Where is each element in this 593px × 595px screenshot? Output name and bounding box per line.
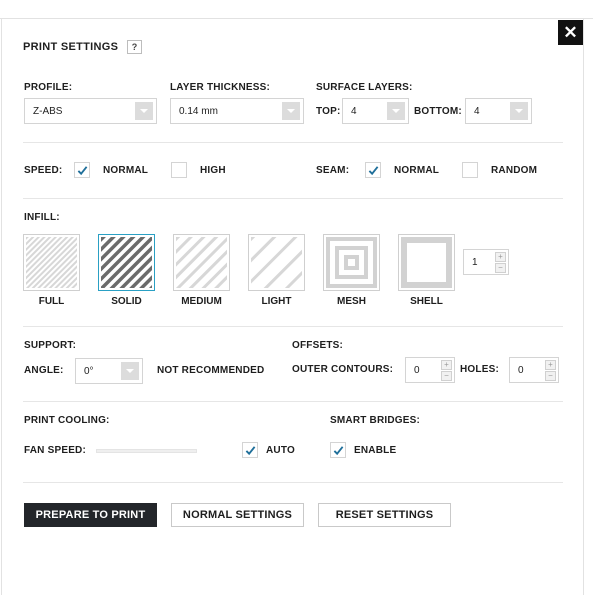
support-note: NOT RECOMMENDED (157, 365, 265, 376)
surface-layers-label: SURFACE LAYERS: (316, 82, 413, 93)
infill-light-label: LIGHT (261, 296, 292, 307)
infill-shell-option[interactable] (398, 234, 455, 291)
seam-normal-checkbox[interactable] (365, 162, 381, 178)
infill-full-option[interactable] (23, 234, 80, 291)
divider (23, 401, 563, 402)
print-cooling-label: PRINT COOLING: (24, 415, 110, 426)
plus-icon[interactable]: + (441, 360, 452, 370)
close-button[interactable]: ✕ (558, 20, 583, 45)
chevron-down-icon (510, 102, 528, 120)
checkmark-icon (77, 165, 87, 175)
chevron-down-icon (282, 102, 300, 120)
reset-settings-button[interactable]: RESET SETTINGS (318, 503, 451, 527)
page-title: PRINT SETTINGS (23, 41, 119, 53)
layer-thickness-label: LAYER THICKNESS: (170, 82, 271, 93)
infill-light-pattern-icon (251, 237, 302, 288)
speed-normal-label: NORMAL (103, 165, 149, 176)
top-layers-select[interactable]: 4 (342, 98, 409, 124)
outer-contours-value: 0 (414, 364, 420, 376)
bottom-layers-select[interactable]: 4 (465, 98, 532, 124)
holes-value: 0 (518, 364, 524, 376)
seam-normal-label: NORMAL (394, 165, 440, 176)
angle-value: 0° (84, 365, 94, 377)
infill-count-stepper[interactable]: 1 + − (463, 249, 509, 275)
divider (23, 482, 563, 483)
prepare-to-print-button[interactable]: PREPARE TO PRINT (24, 503, 157, 527)
infill-mesh-option[interactable] (323, 234, 380, 291)
infill-shell-label: SHELL (410, 296, 443, 307)
top-layers-value: 4 (351, 105, 357, 117)
speed-label: SPEED: (24, 165, 63, 176)
infill-count-value: 1 (472, 256, 478, 268)
outer-contours-label: OUTER CONTOURS: (292, 364, 394, 375)
profile-select[interactable]: Z-ABS (24, 98, 157, 124)
bridges-enable-label: ENABLE (354, 445, 397, 456)
infill-medium-pattern-icon (176, 237, 227, 288)
bottom-layers-label: BOTTOM: (414, 106, 462, 117)
seam-random-checkbox[interactable] (462, 162, 478, 178)
seam-label: SEAM: (316, 165, 350, 176)
support-label: SUPPORT: (24, 340, 77, 351)
offsets-label: OFFSETS: (292, 340, 344, 351)
speed-normal-checkbox[interactable] (74, 162, 90, 178)
infill-label: INFILL: (24, 212, 60, 223)
plus-icon[interactable]: + (545, 360, 556, 370)
infill-solid-pattern-icon (101, 237, 152, 288)
divider (23, 142, 563, 143)
profile-value: Z-ABS (33, 105, 63, 117)
divider (23, 198, 563, 199)
infill-light-option[interactable] (248, 234, 305, 291)
layer-thickness-select[interactable]: 0.14 mm (170, 98, 304, 124)
speed-high-label: HIGH (200, 165, 226, 176)
smart-bridges-label: SMART BRIDGES: (330, 415, 421, 426)
help-icon[interactable]: ? (127, 40, 142, 54)
fan-auto-label: AUTO (266, 445, 295, 456)
infill-medium-option[interactable] (173, 234, 230, 291)
fan-speed-slider[interactable] (96, 449, 197, 453)
holes-stepper[interactable]: 0 + − (509, 357, 559, 383)
layer-thickness-value: 0.14 mm (179, 105, 218, 117)
checkmark-icon (368, 165, 378, 175)
bottom-layers-value: 4 (474, 105, 480, 117)
holes-label: HOLES: (460, 364, 499, 375)
chevron-down-icon (387, 102, 405, 120)
chevron-down-icon (121, 362, 139, 380)
profile-label: PROFILE: (24, 82, 73, 93)
seam-random-label: RANDOM (491, 165, 538, 176)
infill-mesh-label: MESH (337, 296, 366, 307)
top-layers-label: TOP: (316, 106, 341, 117)
checkmark-icon (333, 445, 343, 455)
angle-select[interactable]: 0° (75, 358, 143, 384)
infill-full-pattern-icon (26, 237, 77, 288)
divider (23, 326, 563, 327)
speed-high-checkbox[interactable] (171, 162, 187, 178)
infill-solid-label: SOLID (111, 296, 142, 307)
infill-mesh-pattern-icon (326, 237, 377, 288)
bridges-enable-checkbox[interactable] (330, 442, 346, 458)
outer-contours-stepper[interactable]: 0 + − (405, 357, 455, 383)
plus-icon[interactable]: + (495, 252, 506, 262)
fan-auto-checkbox[interactable] (242, 442, 258, 458)
normal-settings-button[interactable]: NORMAL SETTINGS (171, 503, 304, 527)
infill-solid-option[interactable] (98, 234, 155, 291)
infill-shell-pattern-icon (401, 237, 452, 288)
top-bar (0, 0, 593, 19)
infill-medium-label: MEDIUM (181, 296, 222, 307)
minus-icon[interactable]: − (495, 263, 506, 273)
fan-speed-label: FAN SPEED: (24, 445, 87, 456)
checkmark-icon (245, 445, 255, 455)
chevron-down-icon (135, 102, 153, 120)
angle-label: ANGLE: (24, 365, 64, 376)
infill-full-label: FULL (38, 296, 65, 307)
minus-icon[interactable]: − (545, 371, 556, 381)
minus-icon[interactable]: − (441, 371, 452, 381)
